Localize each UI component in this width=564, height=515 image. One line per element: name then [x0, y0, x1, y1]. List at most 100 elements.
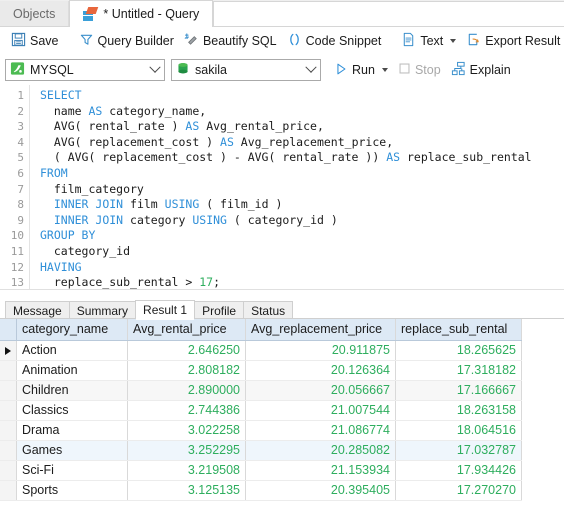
result-tab-result-1[interactable]: Result 1: [135, 300, 196, 320]
table-row[interactable]: Animation 2.808182 20.126364 17.318182: [0, 360, 522, 381]
table-row[interactable]: Games 3.252295 20.285082 17.032787: [0, 440, 522, 461]
chevron-down-icon[interactable]: [450, 39, 457, 43]
table-row[interactable]: Sports 3.125135 20.395405 17.270270: [0, 480, 522, 501]
query-tab-icon: [83, 7, 99, 21]
cell-category_name[interactable]: Sci-Fi: [16, 460, 128, 481]
result-tab-profile[interactable]: Profile: [194, 301, 245, 319]
cell-category_name[interactable]: Animation: [16, 360, 128, 381]
cell-replace_sub_rental[interactable]: 18.064516: [395, 420, 522, 441]
column-header-Avg_replacement_price[interactable]: Avg_replacement_price: [245, 319, 396, 341]
row-header-cell[interactable]: [0, 400, 17, 421]
run-button[interactable]: Run: [329, 60, 393, 81]
cell-replace_sub_rental[interactable]: 18.265625: [395, 340, 522, 361]
cell-Avg_rental_price[interactable]: 3.022258: [127, 420, 246, 441]
connection-select[interactable]: MYSQL: [5, 59, 165, 81]
row-header-cell[interactable]: [0, 440, 17, 461]
sql-code-area[interactable]: SELECT name AS category_name, AVG( renta…: [30, 85, 564, 289]
row-header-cell[interactable]: [0, 340, 17, 361]
cell-Avg_replacement_price[interactable]: 20.285082: [245, 440, 396, 461]
cell-Avg_replacement_price[interactable]: 21.086774: [245, 420, 396, 441]
table-row[interactable]: Classics 2.744386 21.007544 18.263158: [0, 400, 522, 421]
table-row[interactable]: Action 2.646250 20.911875 18.265625: [0, 340, 522, 361]
editor-results-splitter[interactable]: [0, 289, 564, 300]
line-number-5: 5: [17, 151, 24, 165]
result-tab-status[interactable]: Status: [243, 301, 294, 319]
stop-icon: [398, 62, 411, 78]
table-row[interactable]: Drama 3.022258 21.086774 18.064516: [0, 420, 522, 441]
code-line-13: replace_sub_rental > 17;: [40, 275, 221, 289]
row-header-cell[interactable]: [0, 460, 17, 481]
row-header-cell[interactable]: [0, 480, 17, 501]
column-header-Avg_rental_price[interactable]: Avg_rental_price: [127, 319, 246, 341]
stop-button: Stop: [393, 60, 446, 80]
code-line-5: ( AVG( replacement_cost ) - AVG( rental_…: [40, 150, 532, 165]
beautify-sql-button[interactable]: Beautify SQL: [179, 30, 282, 52]
cell-Avg_rental_price[interactable]: 2.744386: [127, 400, 246, 421]
result-tab-message[interactable]: Message: [5, 301, 70, 319]
database-select-chevron[interactable]: [302, 61, 320, 74]
cell-Avg_rental_price[interactable]: 3.125135: [127, 480, 246, 501]
database-select[interactable]: sakila: [171, 59, 321, 81]
column-header-category_name[interactable]: category_name: [16, 319, 128, 341]
editor-toolbar: Save Query Builder Beautify SQL Code Sni…: [0, 27, 564, 55]
cell-replace_sub_rental[interactable]: 17.166667: [395, 380, 522, 401]
cell-Avg_replacement_price[interactable]: 20.395405: [245, 480, 396, 501]
code-line-1: SELECT: [40, 88, 82, 102]
row-header-cell[interactable]: [0, 360, 17, 381]
code-snippet-button[interactable]: Code Snippet: [282, 30, 387, 52]
cell-category_name[interactable]: Sports: [16, 480, 128, 501]
code-line-11: category_id: [40, 243, 131, 258]
result-grid-container[interactable]: category_name Avg_rental_price Avg_replace…: [0, 319, 564, 515]
export-result-button[interactable]: Export Result: [461, 30, 564, 52]
line-number-1: 1: [17, 89, 24, 102]
cell-Avg_replacement_price[interactable]: 21.007544: [245, 400, 396, 421]
cell-Avg_replacement_price[interactable]: 20.056667: [245, 380, 396, 401]
cell-replace_sub_rental[interactable]: 18.263158: [395, 400, 522, 421]
cell-Avg_rental_price[interactable]: 3.219508: [127, 460, 246, 481]
editor-line-number-gutter: 1 2 3 4 5 6 7 8 9 10 11 12 13: [0, 85, 30, 289]
table-row[interactable]: Sci-Fi 3.219508 21.153934 17.934426: [0, 460, 522, 481]
cell-category_name[interactable]: Games: [16, 440, 128, 461]
cell-category_name[interactable]: Children: [16, 380, 128, 401]
row-header-cell[interactable]: [0, 420, 17, 441]
cell-replace_sub_rental[interactable]: 17.318182: [395, 360, 522, 381]
run-chevron-down-icon[interactable]: [381, 68, 388, 72]
cell-replace_sub_rental[interactable]: 17.032787: [395, 440, 522, 461]
result-grid: category_name Avg_rental_price Avg_replace…: [0, 319, 522, 501]
cell-replace_sub_rental[interactable]: 17.934426: [395, 460, 522, 481]
cell-Avg_rental_price[interactable]: 2.890000: [127, 380, 246, 401]
text-view-button[interactable]: Text: [396, 30, 461, 52]
cell-Avg_replacement_price[interactable]: 20.126364: [245, 360, 396, 381]
sql-editor[interactable]: 1 2 3 4 5 6 7 8 9 10 11 12 13 SELECT name AS categor…: [0, 85, 564, 289]
row-header-cell[interactable]: [0, 380, 17, 401]
cell-Avg_replacement_price[interactable]: 21.153934: [245, 460, 396, 481]
stop-button-label: Stop: [414, 63, 441, 77]
cell-Avg_rental_price[interactable]: 2.646250: [127, 340, 246, 361]
tab-untitled-query[interactable]: * Untitled - Query: [69, 0, 214, 28]
code-line-8: INNER JOIN film USING ( film_id ): [53, 197, 283, 212]
explain-icon: [451, 61, 466, 79]
cell-Avg_rental_price[interactable]: 2.808182: [127, 360, 246, 381]
save-icon: [11, 32, 26, 50]
explain-button[interactable]: Explain: [446, 59, 516, 81]
connection-select-chevron[interactable]: [146, 61, 164, 74]
beautify-sql-icon: [184, 32, 199, 50]
cell-Avg_rental_price[interactable]: 3.252295: [127, 440, 246, 461]
save-button[interactable]: Save: [6, 30, 64, 52]
cell-category_name[interactable]: Drama: [16, 420, 128, 441]
cell-replace_sub_rental[interactable]: 17.270270: [395, 480, 522, 501]
cell-Avg_replacement_price[interactable]: 20.911875: [245, 340, 396, 361]
cell-category_name[interactable]: Classics: [16, 400, 128, 421]
table-row[interactable]: Children 2.890000 20.056667 17.166667: [0, 380, 522, 401]
mysql-connection-icon: [10, 61, 25, 79]
query-builder-button[interactable]: Query Builder: [74, 30, 179, 52]
result-tab-summary[interactable]: Summary: [68, 301, 137, 319]
code-line-4: AVG( replacement_cost ) AS Avg_replaceme…: [40, 134, 394, 149]
text-view-icon: [401, 32, 416, 50]
cell-category_name[interactable]: Action: [16, 340, 128, 361]
line-number-10: 10: [10, 229, 24, 243]
column-header-replace_sub_rental[interactable]: replace_sub_rental: [395, 319, 522, 341]
code-line-3: AVG( rental_rate ) AS Avg_rental_price,: [40, 119, 324, 134]
tab-objects[interactable]: Objects: [0, 1, 70, 27]
result-grid-header: category_name Avg_rental_price Avg_replace…: [0, 319, 522, 341]
